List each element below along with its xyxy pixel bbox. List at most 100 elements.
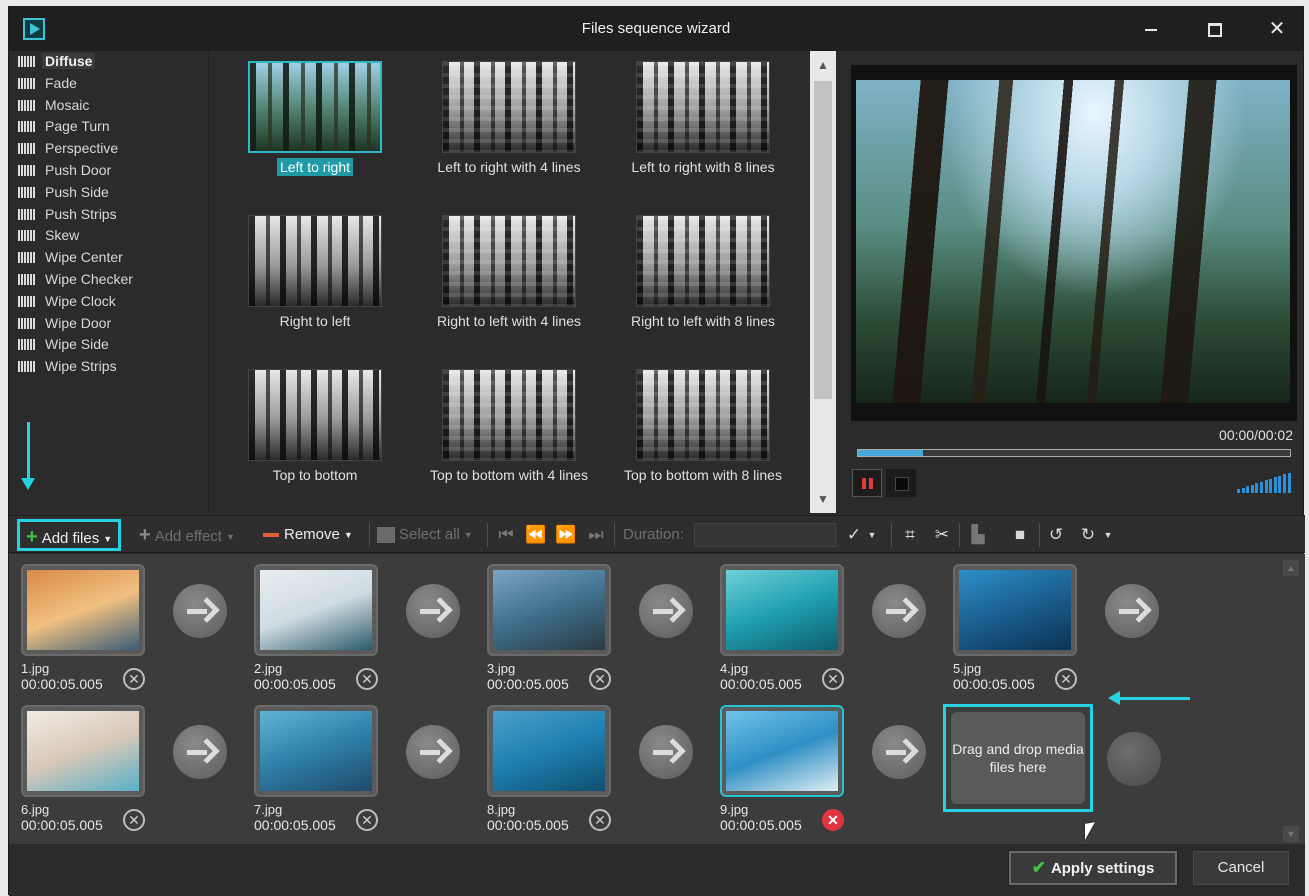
aspect-ratio-icon[interactable]: ■	[1009, 524, 1031, 546]
skip-to-start-icon[interactable]: ⏮	[495, 524, 517, 546]
dropdown-arrow-icon[interactable]: ▼	[103, 534, 112, 544]
timeline-clip[interactable]: 1.jpg 00:00:05.005 ✕	[21, 564, 145, 692]
timeline-clip[interactable]: 2.jpg 00:00:05.005 ✕	[254, 564, 378, 692]
dropdown-arrow-icon[interactable]: ▼	[861, 524, 883, 546]
drop-zone[interactable]: Drag and drop media files here	[943, 704, 1093, 812]
scrollbar-thumb[interactable]	[814, 81, 832, 399]
remove-clip-icon[interactable]: ✕	[589, 668, 611, 690]
rewind-icon[interactable]: ⏪	[525, 524, 547, 546]
clip-thumbnail[interactable]	[254, 564, 378, 656]
effect-item[interactable]: Wipe Side	[9, 334, 208, 356]
remove-clip-icon[interactable]: ✕	[123, 668, 145, 690]
transition-arrow-icon[interactable]	[173, 584, 227, 638]
transition-arrow-icon[interactable]	[406, 584, 460, 638]
effect-item[interactable]: Push Side	[9, 182, 208, 204]
transition-arrow-icon[interactable]	[639, 584, 693, 638]
transition-arrow-icon[interactable]	[872, 725, 926, 779]
effect-item[interactable]: Wipe Clock	[9, 291, 208, 313]
dropdown-arrow-icon[interactable]: ▼	[226, 532, 235, 542]
transition-thumbnail[interactable]: Top to bottom with 8 lines	[606, 369, 800, 483]
preview-progress-bar[interactable]	[857, 449, 1291, 457]
timeline-clip[interactable]: 8.jpg 00:00:05.005 ✕	[487, 705, 611, 833]
transition-thumbnail[interactable]: Right to left	[218, 215, 412, 329]
transition-arrow-icon[interactable]	[639, 725, 693, 779]
stop-button[interactable]	[886, 469, 916, 497]
stamp-icon[interactable]: ▙	[967, 524, 989, 546]
timeline-clip[interactable]: 4.jpg 00:00:05.005 ✕	[720, 564, 844, 692]
clip-thumbnail[interactable]	[487, 564, 611, 656]
remove-clip-icon[interactable]: ✕	[822, 809, 844, 831]
dropdown-arrow-icon[interactable]: ▼	[344, 530, 353, 540]
volume-icon[interactable]	[1237, 471, 1293, 493]
effect-item[interactable]: Wipe Strips	[9, 356, 208, 378]
timeline-scroll-down-icon[interactable]: ▼	[1283, 826, 1299, 842]
remove-clip-icon[interactable]: ✕	[822, 668, 844, 690]
transition-thumbnail[interactable]: Top to bottom with 4 lines	[412, 369, 606, 483]
clip-thumbnail[interactable]	[21, 705, 145, 797]
effect-item[interactable]: Wipe Center	[9, 247, 208, 269]
clip-thumbnail[interactable]	[21, 564, 145, 656]
cancel-button[interactable]: Cancel	[1193, 851, 1289, 885]
pause-button[interactable]	[852, 469, 882, 497]
effect-item[interactable]: Wipe Door	[9, 313, 208, 335]
clip-thumbnail[interactable]	[953, 564, 1077, 656]
clip-thumbnail[interactable]	[720, 705, 844, 797]
add-effect-button[interactable]: + Add effect ▼	[139, 522, 235, 548]
remove-clip-icon[interactable]: ✕	[1055, 668, 1077, 690]
transition-arrow-icon[interactable]	[1105, 584, 1159, 638]
fast-forward-icon[interactable]: ⏩	[555, 524, 577, 546]
effect-item[interactable]: Wipe Checker	[9, 269, 208, 291]
rotate-left-icon[interactable]: ↺	[1045, 524, 1067, 546]
remove-clip-icon[interactable]: ✕	[356, 809, 378, 831]
select-all-button[interactable]: Select all ▼	[377, 522, 473, 548]
scroll-down-icon[interactable]: ▼	[810, 489, 836, 509]
effect-label: Wipe Side	[45, 336, 109, 353]
transition-thumbnail[interactable]: Right to left with 8 lines	[606, 215, 800, 329]
apply-settings-button[interactable]: ✔ Apply settings	[1008, 850, 1178, 886]
remove-clip-icon[interactable]: ✕	[356, 668, 378, 690]
maximize-button[interactable]	[1197, 15, 1233, 43]
transition-thumbnail[interactable]: Left to right with 4 lines	[412, 61, 606, 175]
add-files-button[interactable]: + Add files ▼	[17, 519, 122, 551]
transition-arrow-icon[interactable]	[872, 584, 926, 638]
clip-thumbnail[interactable]	[720, 564, 844, 656]
duration-field[interactable]	[694, 523, 836, 547]
effect-item[interactable]: Skew	[9, 225, 208, 247]
timeline-scroll-up-icon[interactable]: ▲	[1283, 560, 1299, 576]
transition-thumbnail[interactable]: Left to right with 8 lines	[606, 61, 800, 175]
remove-clip-icon[interactable]: ✕	[123, 809, 145, 831]
remove-clip-icon[interactable]: ✕	[589, 809, 611, 831]
transition-thumbnail[interactable]: Right to left with 4 lines	[412, 215, 606, 329]
transition-arrow-icon[interactable]	[406, 725, 460, 779]
dropdown-arrow-icon[interactable]: ▼	[1097, 524, 1119, 546]
effect-label: Wipe Door	[45, 314, 112, 331]
timeline-clip[interactable]: 5.jpg 00:00:05.005 ✕	[953, 564, 1077, 692]
timeline-clip[interactable]: 3.jpg 00:00:05.005 ✕	[487, 564, 611, 692]
clip-thumbnail[interactable]	[254, 705, 378, 797]
dropdown-arrow-icon[interactable]: ▼	[464, 530, 473, 540]
minimize-button[interactable]	[1133, 15, 1169, 43]
timeline-clip[interactable]: 9.jpg 00:00:05.005 ✕	[720, 705, 844, 833]
effect-item[interactable]: Perspective	[9, 138, 208, 160]
effect-item[interactable]: Fade	[9, 73, 208, 95]
scroll-up-icon[interactable]: ▲	[810, 55, 836, 75]
select-all-label: Select all	[399, 526, 460, 543]
timeline-clip[interactable]: 7.jpg 00:00:05.005 ✕	[254, 705, 378, 833]
effect-item[interactable]: Diffuse	[9, 51, 208, 73]
crop-icon[interactable]: ⌗	[899, 524, 921, 546]
remove-button[interactable]: Remove ▼	[263, 522, 353, 548]
transitions-scrollbar[interactable]: ▲ ▼	[810, 51, 836, 513]
transition-thumbnail[interactable]: Top to bottom	[218, 369, 412, 483]
rotate-right-icon[interactable]: ↻	[1077, 524, 1099, 546]
skip-to-end-icon[interactable]: ⏭	[585, 524, 607, 546]
timeline-clip[interactable]: 6.jpg 00:00:05.005 ✕	[21, 705, 145, 833]
effect-item[interactable]: Push Strips	[9, 204, 208, 226]
transition-arrow-icon[interactable]	[173, 725, 227, 779]
effect-item[interactable]: Mosaic	[9, 95, 208, 117]
close-button[interactable]: ✕	[1259, 15, 1295, 43]
effect-item[interactable]: Push Door	[9, 160, 208, 182]
clip-thumbnail[interactable]	[487, 705, 611, 797]
effect-item[interactable]: Page Turn	[9, 116, 208, 138]
cut-icon[interactable]: ✂	[931, 524, 953, 546]
transition-thumbnail[interactable]: Left to right	[218, 61, 412, 176]
